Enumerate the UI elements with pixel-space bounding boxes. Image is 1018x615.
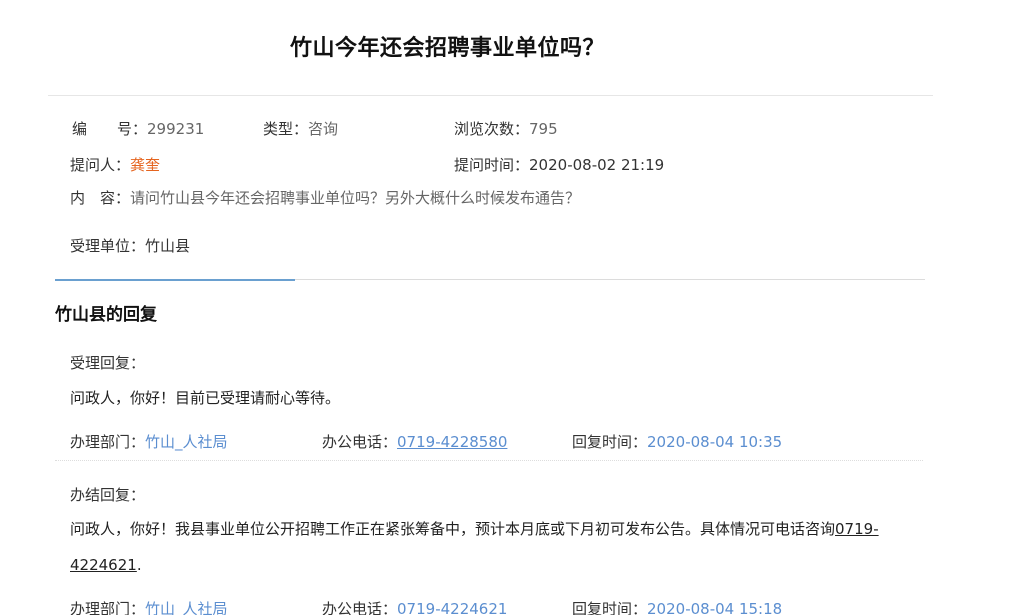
final-phone-link[interactable]: 0719-4224621: [397, 600, 507, 615]
reply-tab-active-indicator: [55, 279, 295, 281]
accept-time-label: 回复时间：: [572, 433, 648, 451]
accept-dept: 办理部门：竹山_人社局: [70, 431, 228, 452]
accept-reply-text: 问政人，你好！目前已受理请耐心等待。: [70, 389, 341, 407]
accept-phone: 办公电话：0719-4228580: [322, 431, 507, 452]
question-content-label: 内 容：: [70, 189, 131, 207]
question-asker-label: 提问人：: [70, 156, 131, 174]
accept-time: 回复时间：2020-08-04 10:35: [572, 431, 782, 452]
question-number-value: 299231: [147, 120, 205, 138]
accept-phone-link[interactable]: 0719-4228580: [397, 433, 507, 451]
final-dept: 办理部门：竹山_人社局: [70, 598, 228, 615]
question-detail-page: 竹山今年还会招聘事业单位吗？ 编 号：299231 类型：咨询 浏览次数：795…: [0, 0, 1018, 615]
accept-dept-value[interactable]: 竹山_人社局: [145, 433, 228, 451]
question-views: 浏览次数：795: [454, 119, 558, 139]
question-ask-time-label: 提问时间：: [454, 156, 530, 174]
final-reply-phone-link-a[interactable]: 0719-: [835, 520, 879, 538]
question-ask-time-value: 2020-08-02 21:19: [529, 156, 665, 174]
question-type-label: 类型：: [263, 120, 309, 138]
question-unit-label: 受理单位：: [70, 237, 146, 255]
question-asker-value[interactable]: 龚奎: [130, 156, 160, 174]
question-number: 编 号：299231: [72, 119, 204, 139]
final-dept-value[interactable]: 竹山_人社局: [145, 600, 228, 615]
final-phone-label: 办公电话：: [322, 600, 398, 615]
question-content-value: 请问竹山县今年还会招聘事业单位吗？另外大概什么时候发布通告？: [130, 189, 581, 207]
question-views-value: 795: [529, 120, 558, 138]
question-content: 内 容：请问竹山县今年还会招聘事业单位吗？另外大概什么时候发布通告？: [70, 188, 580, 208]
reply-divider: [55, 460, 923, 461]
question-ask-time: 提问时间：2020-08-02 21:19: [454, 155, 664, 175]
question-asker: 提问人：龚奎: [70, 155, 160, 175]
accept-time-value: 2020-08-04 10:35: [647, 433, 783, 451]
final-dept-label: 办理部门：: [70, 600, 146, 615]
final-time-label: 回复时间：: [572, 600, 648, 615]
page-title: 竹山今年还会招聘事业单位吗？: [289, 36, 605, 61]
final-reply-text: 问政人，你好！我县事业单位公开招聘工作正在紧张筹备中，预计本月底或下月初可发布公…: [70, 511, 932, 583]
accept-phone-label: 办公电话：: [322, 433, 398, 451]
final-reply-body: 问政人，你好！我县事业单位公开招聘工作正在紧张筹备中，预计本月底或下月初可发布公…: [70, 520, 836, 538]
question-unit-value: 竹山县: [145, 237, 191, 255]
question-type: 类型：咨询: [263, 119, 338, 139]
accept-reply-label: 受理回复：: [70, 354, 146, 372]
final-reply-label: 办结回复：: [70, 486, 146, 504]
final-reply-phone-link-b[interactable]: 4224621: [70, 556, 137, 574]
question-views-label: 浏览次数：: [454, 120, 530, 138]
accept-dept-label: 办理部门：: [70, 433, 146, 451]
final-reply-end: .: [136, 556, 142, 574]
question-type-value: 咨询: [308, 120, 339, 138]
final-phone: 办公电话：0719-4224621: [322, 598, 507, 615]
title-divider: [48, 95, 933, 96]
reply-section-title: 竹山县的回复: [55, 305, 157, 325]
question-number-label: 编 号：: [72, 120, 148, 138]
question-unit: 受理单位：竹山县: [70, 236, 190, 256]
final-time: 回复时间：2020-08-04 15:18: [572, 598, 782, 615]
final-time-value: 2020-08-04 15:18: [647, 600, 783, 615]
